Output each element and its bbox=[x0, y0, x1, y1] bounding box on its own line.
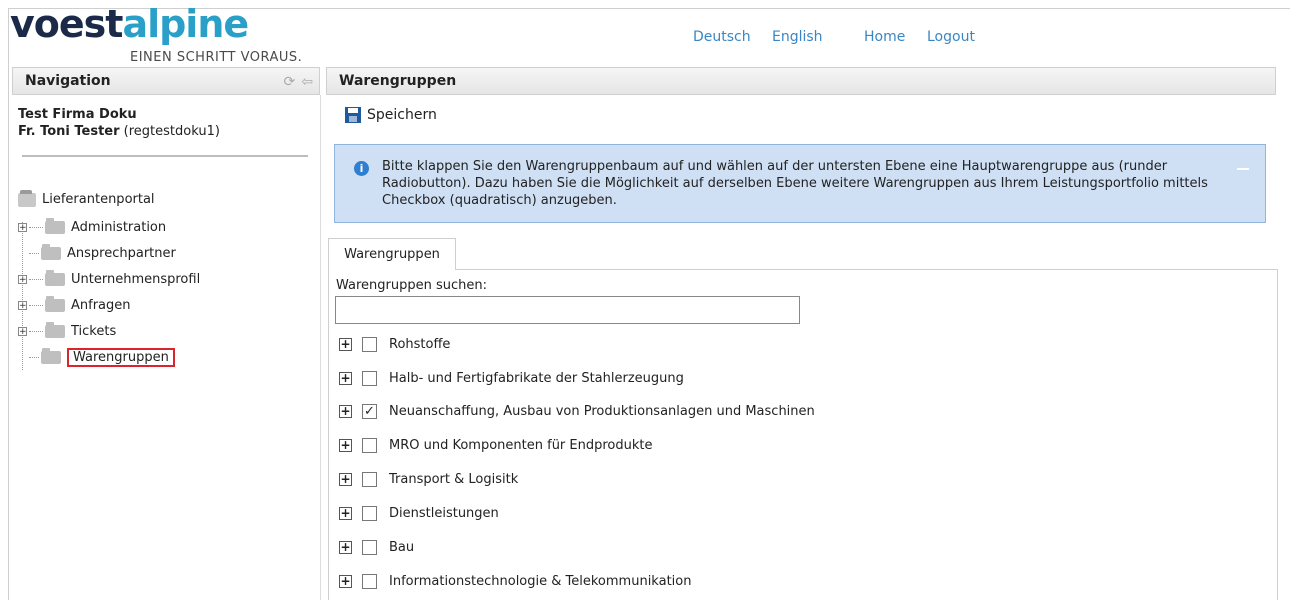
list-item: + Bau bbox=[339, 537, 414, 557]
logout-link[interactable]: Logout bbox=[927, 29, 975, 45]
list-item: + Rohstoffe bbox=[339, 334, 450, 354]
group-label: MRO und Komponenten für Endprodukte bbox=[389, 437, 653, 453]
logo-voest: voest bbox=[10, 2, 123, 46]
sidebar-item-label: Anfragen bbox=[71, 297, 131, 313]
group-checkbox[interactable] bbox=[362, 573, 377, 589]
portal-icon bbox=[18, 189, 36, 207]
collapse-panel-icon[interactable]: ⇦ bbox=[301, 74, 313, 90]
navigation-header: Navigation ⟳ ⇦ bbox=[12, 67, 320, 95]
group-label: Bau bbox=[389, 539, 415, 555]
nav-divider bbox=[22, 155, 308, 157]
user-info: Fr. Toni Tester (regtestdoku1) bbox=[18, 123, 220, 140]
save-button[interactable]: Speichern bbox=[345, 107, 437, 123]
company-name: Test Firma Doku bbox=[18, 107, 137, 122]
search-input[interactable] bbox=[335, 296, 800, 324]
save-disk-icon bbox=[345, 107, 361, 123]
sidebar-item-label-selected: Warengruppen bbox=[67, 347, 175, 367]
group-label: Dienstleistungen bbox=[389, 505, 499, 521]
logo-tagline: EINEN SCHRITT VORAUS. bbox=[130, 50, 303, 65]
search-label: Warengruppen suchen: bbox=[336, 278, 488, 293]
tab-body-border-left bbox=[328, 269, 329, 600]
folder-icon bbox=[41, 243, 61, 260]
sidebar-item-tickets[interactable]: + Tickets bbox=[18, 321, 116, 341]
logo: voestalpine bbox=[10, 2, 249, 46]
panel-separator bbox=[320, 95, 321, 600]
group-label: Informationstechnologie & Telekommunikat… bbox=[389, 573, 692, 589]
content-header: Warengruppen bbox=[326, 67, 1276, 95]
sidebar-item-label: Tickets bbox=[71, 323, 117, 339]
group-label: Rohstoffe bbox=[389, 336, 451, 352]
group-checkbox[interactable] bbox=[362, 539, 377, 555]
tab-body-border-right bbox=[1277, 269, 1278, 600]
group-checkbox[interactable] bbox=[362, 370, 377, 386]
folder-icon bbox=[45, 321, 65, 338]
group-checkbox[interactable] bbox=[362, 437, 377, 453]
home-link[interactable]: Home bbox=[864, 29, 905, 45]
list-item: + Dienstleistungen bbox=[339, 503, 499, 523]
folder-icon bbox=[41, 347, 61, 364]
sidebar-item-label: Unternehmensprofil bbox=[71, 271, 201, 287]
expand-plus-icon[interactable]: + bbox=[339, 472, 352, 486]
list-item: + Halb- und Fertigfabrikate der Stahlerze… bbox=[339, 368, 684, 388]
folder-icon bbox=[45, 217, 65, 234]
sidebar-item-administration[interactable]: + Administration bbox=[18, 217, 166, 237]
frame-left-border bbox=[8, 8, 9, 600]
list-item: + Transport & Logisitk bbox=[339, 469, 518, 489]
save-button-label: Speichern bbox=[367, 107, 437, 123]
group-label: Halb- und Fertigfabrikate der Stahlerzeu… bbox=[389, 370, 684, 386]
expand-plus-icon[interactable]: + bbox=[339, 404, 352, 418]
info-icon: i bbox=[354, 161, 369, 176]
expand-icon[interactable]: + bbox=[18, 274, 27, 284]
sidebar-item-label: Administration bbox=[71, 219, 167, 235]
tab-warengruppen[interactable]: Warengruppen bbox=[328, 238, 456, 270]
sidebar-item-warengruppen[interactable]: Warengruppen bbox=[27, 347, 175, 367]
sidebar-item-ansprechpartner[interactable]: Ansprechpartner bbox=[27, 243, 176, 263]
list-item: + ✓ Neuanschaffung, Ausbau von Produktions… bbox=[339, 401, 815, 421]
group-checkbox[interactable]: ✓ bbox=[362, 403, 377, 419]
user-id: (regtestdoku1) bbox=[123, 124, 220, 139]
lang-deutsch-link[interactable]: Deutsch bbox=[693, 29, 751, 45]
sidebar-item-unternehmensprofil[interactable]: + Unternehmensprofil bbox=[18, 269, 200, 289]
group-checkbox[interactable] bbox=[362, 336, 377, 352]
navigation-title: Navigation bbox=[25, 73, 111, 89]
tree-root-lieferantenportal[interactable]: Lieferantenportal bbox=[18, 189, 155, 207]
expand-icon[interactable]: + bbox=[18, 222, 27, 232]
user-name: Fr. Toni Tester bbox=[18, 124, 120, 139]
folder-icon bbox=[45, 269, 65, 286]
group-checkbox[interactable] bbox=[362, 505, 377, 521]
lang-english-link[interactable]: English bbox=[772, 29, 823, 45]
info-text: Bitte klappen Sie den Warengruppenbaum a… bbox=[382, 159, 1208, 208]
tree-root-label: Lieferantenportal bbox=[42, 192, 155, 207]
collapse-info-icon[interactable] bbox=[1237, 168, 1249, 170]
expand-plus-icon[interactable]: + bbox=[339, 574, 352, 588]
sidebar-item-label: Ansprechpartner bbox=[67, 245, 176, 261]
sidebar-item-anfragen[interactable]: + Anfragen bbox=[18, 295, 131, 315]
folder-icon bbox=[45, 295, 65, 312]
expand-plus-icon[interactable]: + bbox=[339, 506, 352, 520]
group-label: Transport & Logisitk bbox=[389, 471, 519, 487]
list-item: + Informationstechnologie & Telekommunika… bbox=[339, 571, 691, 591]
refresh-icon[interactable]: ⟳ bbox=[284, 74, 296, 90]
expand-plus-icon[interactable]: + bbox=[339, 337, 352, 351]
tab-strip-line bbox=[456, 269, 1278, 270]
expand-icon[interactable]: + bbox=[18, 326, 27, 336]
page-title: Warengruppen bbox=[339, 73, 457, 89]
expand-plus-icon[interactable]: + bbox=[339, 540, 352, 554]
expand-plus-icon[interactable]: + bbox=[339, 371, 352, 385]
expand-icon[interactable]: + bbox=[18, 300, 27, 310]
group-label: Neuanschaffung, Ausbau von Produktionsan… bbox=[389, 403, 815, 419]
list-item: + MRO und Komponenten für Endprodukte bbox=[339, 435, 653, 455]
expand-plus-icon[interactable]: + bbox=[339, 438, 352, 452]
group-checkbox[interactable] bbox=[362, 471, 377, 487]
logo-alpine: alpine bbox=[122, 2, 249, 46]
